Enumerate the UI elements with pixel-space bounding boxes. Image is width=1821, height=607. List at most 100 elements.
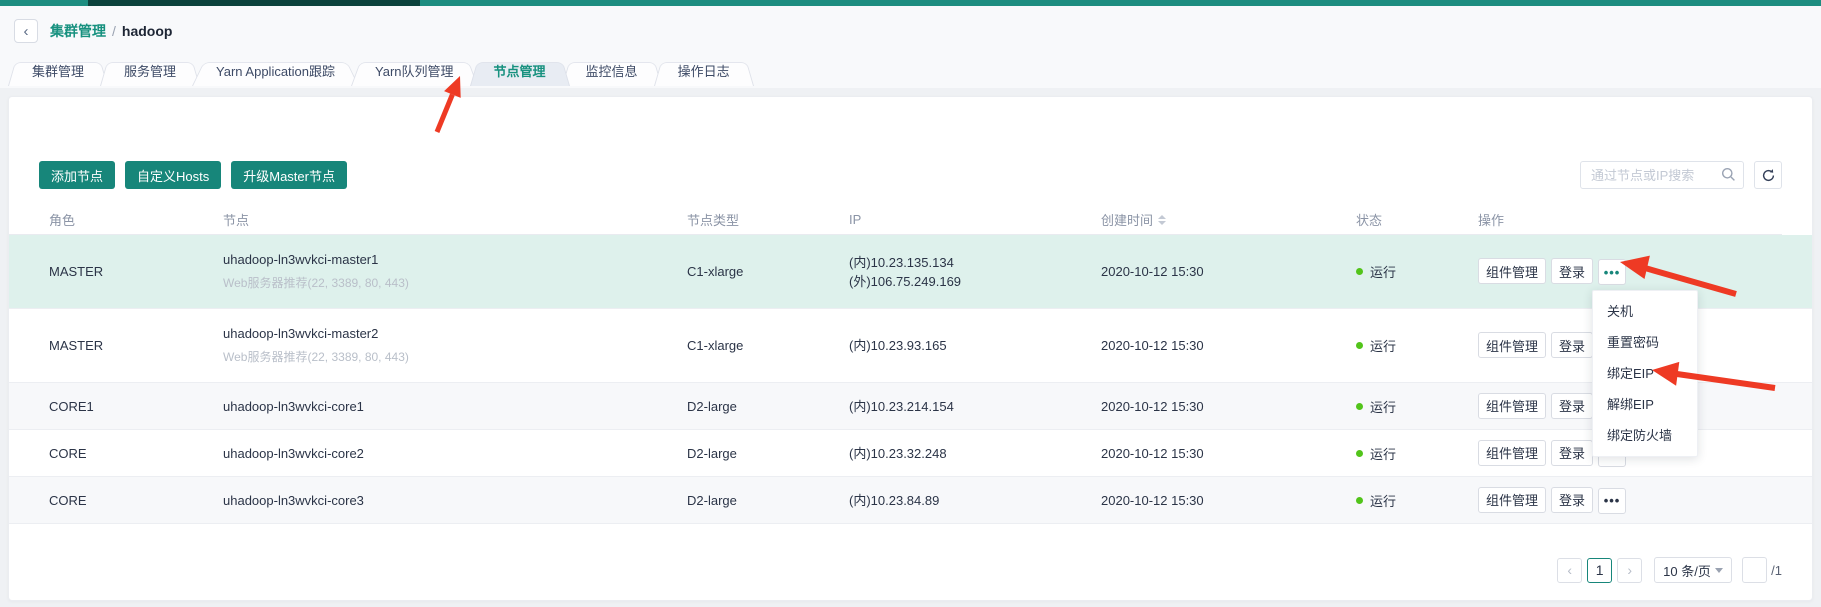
component-manage-button[interactable]: 组件管理 <box>1478 393 1546 419</box>
node-cell: uhadoop-ln3wvkci-master2Web服务器推荐(22, 338… <box>223 326 687 365</box>
status-dot <box>1356 497 1363 504</box>
sort-icon[interactable] <box>1158 215 1166 225</box>
tab-label: 服务管理 <box>124 64 176 79</box>
search-input[interactable] <box>1580 161 1744 189</box>
more-actions-button[interactable]: ••• <box>1598 488 1626 514</box>
refresh-icon <box>1761 168 1776 183</box>
next-page-button[interactable]: › <box>1617 558 1642 583</box>
login-button[interactable]: 登录 <box>1551 332 1593 358</box>
back-button[interactable]: ‹ <box>14 19 38 43</box>
ip-cell: (内)10.23.32.248 <box>849 444 1101 463</box>
tab-4[interactable]: Yarn队列管理 <box>351 58 478 86</box>
status-cell: 运行 <box>1356 336 1478 355</box>
tab-7[interactable]: 操作日志 <box>654 58 754 86</box>
column-header-type: 节点类型 <box>687 210 849 229</box>
top-loading-bar-segment <box>88 0 420 6</box>
tab-label: Yarn Application跟踪 <box>216 64 335 79</box>
login-button[interactable]: 登录 <box>1551 258 1593 284</box>
tab-1[interactable]: 集群管理 <box>8 58 108 86</box>
ip-line: (内)10.23.214.154 <box>849 397 1101 416</box>
table-body: MASTERuhadoop-ln3wvkci-master1Web服务器推荐(2… <box>9 235 1812 524</box>
top-loading-bar <box>0 0 1821 6</box>
tab-2[interactable]: 服务管理 <box>100 58 200 86</box>
table-row: COREuhadoop-ln3wvkci-core2D2-large(内)10.… <box>9 430 1812 477</box>
ip-cell: (内)10.23.93.165 <box>849 336 1101 355</box>
page-jump-input[interactable] <box>1742 557 1767 583</box>
page-header: ‹ 集群管理 / hadoop 集群管理服务管理Yarn Application… <box>0 6 1821 88</box>
refresh-button[interactable] <box>1754 161 1782 189</box>
prev-page-button[interactable]: ‹ <box>1557 558 1582 583</box>
component-manage-button[interactable]: 组件管理 <box>1478 258 1546 284</box>
node-name: uhadoop-ln3wvkci-master1 <box>223 252 687 267</box>
status-label: 运行 <box>1370 444 1396 463</box>
login-button[interactable]: 登录 <box>1551 440 1593 466</box>
pagination: ‹ 1 › 10 条/页 /1 <box>1552 557 1782 583</box>
ip-cell: (内)10.23.135.134(外)106.75.249.169 <box>849 253 1101 291</box>
page-size-select[interactable]: 10 条/页 <box>1654 557 1732 583</box>
status-dot <box>1356 450 1363 457</box>
tab-3[interactable]: Yarn Application跟踪 <box>192 58 359 86</box>
toolbar: 添加节点 自定义Hosts 升级Master节点 <box>39 161 1782 189</box>
table-row: MASTERuhadoop-ln3wvkci-master2Web服务器推荐(2… <box>9 309 1812 383</box>
more-actions-dropdown: 关机重置密码绑定EIP解绑EIP绑定防火墙 <box>1592 290 1698 457</box>
breadcrumb-cluster-link[interactable]: 集群管理 <box>50 21 106 41</box>
current-page-button[interactable]: 1 <box>1587 558 1612 583</box>
column-header-role: 角色 <box>49 210 223 229</box>
ip-line: (内)10.23.135.134 <box>849 253 1101 272</box>
column-header-created[interactable]: 创建时间 <box>1101 210 1356 229</box>
node-name: uhadoop-ln3wvkci-core2 <box>223 446 687 461</box>
tab-5[interactable]: 节点管理 <box>470 58 570 86</box>
node-note: Web服务器推荐(22, 3389, 80, 443) <box>223 274 687 291</box>
search-icon[interactable] <box>1721 167 1736 182</box>
tab-label: 集群管理 <box>32 64 84 79</box>
caret-down-icon <box>1715 568 1723 573</box>
component-manage-button[interactable]: 组件管理 <box>1478 332 1546 358</box>
add-node-button[interactable]: 添加节点 <box>39 161 115 189</box>
login-button[interactable]: 登录 <box>1551 487 1593 513</box>
role-cell: MASTER <box>49 338 223 353</box>
type-cell: C1-xlarge <box>687 264 849 279</box>
actions-cell: 组件管理登录••• <box>1478 258 1812 285</box>
status-cell: 运行 <box>1356 397 1478 416</box>
type-cell: D2-large <box>687 399 849 414</box>
context-menu-item[interactable]: 绑定防火墙 <box>1593 420 1697 451</box>
context-menu-item[interactable]: 解绑EIP <box>1593 389 1697 420</box>
role-cell: CORE1 <box>49 399 223 414</box>
context-menu-item[interactable]: 绑定EIP <box>1593 358 1697 389</box>
status-cell: 运行 <box>1356 491 1478 510</box>
upgrade-master-button[interactable]: 升级Master节点 <box>231 161 347 189</box>
more-actions-button[interactable]: ••• <box>1598 259 1626 285</box>
created-cell: 2020-10-12 15:30 <box>1101 264 1356 279</box>
custom-hosts-button[interactable]: 自定义Hosts <box>125 161 221 189</box>
status-cell: 运行 <box>1356 262 1478 281</box>
node-name: uhadoop-ln3wvkci-core1 <box>223 399 687 414</box>
created-cell: 2020-10-12 15:30 <box>1101 493 1356 508</box>
context-menu-item[interactable]: 关机 <box>1593 296 1697 327</box>
created-cell: 2020-10-12 15:30 <box>1101 446 1356 461</box>
role-cell: CORE <box>49 493 223 508</box>
component-manage-button[interactable]: 组件管理 <box>1478 487 1546 513</box>
type-cell: C1-xlarge <box>687 338 849 353</box>
tab-label: 监控信息 <box>586 64 638 79</box>
ip-cell: (内)10.23.84.89 <box>849 491 1101 510</box>
status-cell: 运行 <box>1356 444 1478 463</box>
type-cell: D2-large <box>687 493 849 508</box>
status-label: 运行 <box>1370 397 1396 416</box>
tab-bar: 集群管理 服务管理 Yarn Application跟踪 Yarn队列管理 节点管理 监控… <box>8 58 1807 86</box>
column-header-created-label: 创建时间 <box>1101 210 1153 229</box>
context-menu-item[interactable]: 重置密码 <box>1593 327 1697 358</box>
breadcrumb-separator: / <box>112 23 116 39</box>
component-manage-button[interactable]: 组件管理 <box>1478 440 1546 466</box>
login-button[interactable]: 登录 <box>1551 393 1593 419</box>
role-cell: MASTER <box>49 264 223 279</box>
node-name: uhadoop-ln3wvkci-core3 <box>223 493 687 508</box>
tab-6[interactable]: 监控信息 <box>562 58 662 86</box>
node-cell: uhadoop-ln3wvkci-core1 <box>223 399 687 414</box>
tab-label: 操作日志 <box>678 64 730 79</box>
table-row: COREuhadoop-ln3wvkci-core3D2-large(内)10.… <box>9 477 1812 524</box>
status-label: 运行 <box>1370 336 1396 355</box>
created-cell: 2020-10-12 15:30 <box>1101 399 1356 414</box>
status-dot <box>1356 268 1363 275</box>
tab-label: 节点管理 <box>494 64 546 79</box>
tab-label: Yarn队列管理 <box>375 64 454 79</box>
